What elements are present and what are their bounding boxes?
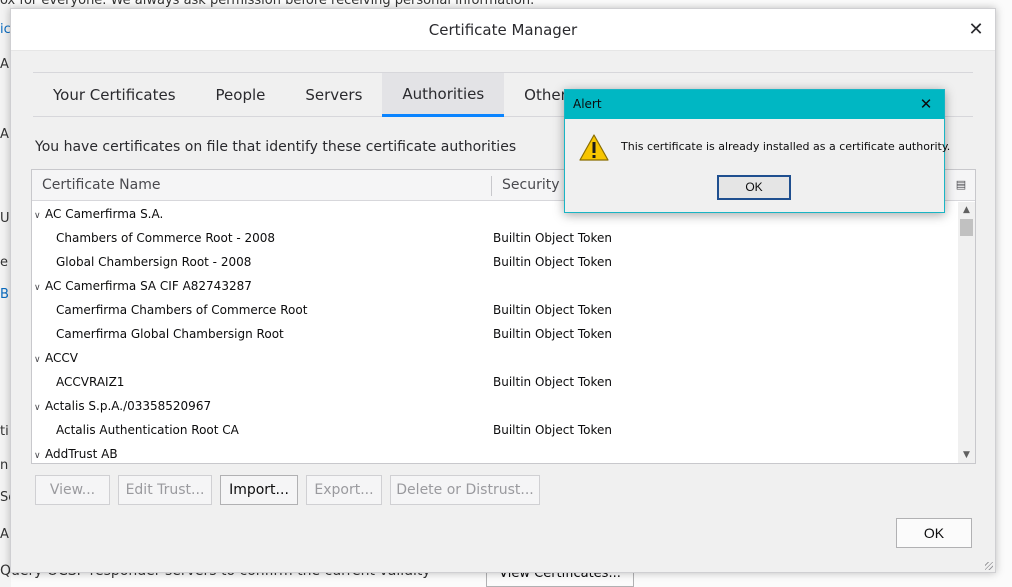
alert-dialog: Alert ✕ This certificate is already inst… xyxy=(564,89,950,213)
row-name: ACCV xyxy=(45,351,78,365)
scroll-down-icon[interactable]: ▼ xyxy=(958,447,975,463)
import-button[interactable]: Import... xyxy=(220,475,298,505)
row-name: Actalis S.p.A./03358520967 xyxy=(45,399,212,413)
background-fragment: U xyxy=(0,211,10,226)
column-picker-icon[interactable]: ▤ xyxy=(953,176,969,194)
alert-title: Alert xyxy=(573,97,602,111)
close-icon[interactable]: ✕ xyxy=(916,92,936,116)
column-separator[interactable] xyxy=(491,176,492,196)
dialog-title: Certificate Manager xyxy=(11,9,995,51)
tree-group-row[interactable]: ∨ AddTrust AB xyxy=(32,442,957,463)
row-name: AC Camerfirma S.A. xyxy=(45,207,164,221)
column-header-certificate-name[interactable]: Certificate Name xyxy=(42,170,160,201)
row-name: AddTrust AB xyxy=(45,447,118,461)
tree-row[interactable]: Actalis Authentication Root CA Builtin O… xyxy=(32,418,957,442)
close-icon[interactable]: ✕ xyxy=(961,15,991,45)
row-token: Builtin Object Token xyxy=(493,423,613,437)
alert-message: This certificate is already installed as… xyxy=(621,140,951,153)
view-button[interactable]: View... xyxy=(35,475,110,505)
certificate-tree[interactable]: Certificate Name Security Device ▤ ∨ AC C… xyxy=(31,169,976,464)
export-button[interactable]: Export... xyxy=(306,475,382,505)
background-fragment: A xyxy=(0,57,9,72)
ok-button[interactable]: OK xyxy=(896,518,972,548)
tree-row[interactable]: Chambers of Commerce Root - 2008 Builtin… xyxy=(32,226,957,250)
row-name: Camerfirma Global Chambersign Root xyxy=(56,327,284,341)
row-token: Builtin Object Token xyxy=(493,231,613,245)
scroll-up-icon[interactable]: ▲ xyxy=(958,202,975,219)
background-fragment: n xyxy=(0,458,9,473)
background-fragment[interactable]: B xyxy=(0,287,9,302)
background-fragment: A xyxy=(0,527,9,542)
chevron-down-icon[interactable]: ∨ xyxy=(34,348,44,372)
row-token: Builtin Object Token xyxy=(493,303,613,317)
background-fragment: e xyxy=(0,255,8,270)
alert-ok-button[interactable]: OK xyxy=(717,175,791,200)
tab-servers[interactable]: Servers xyxy=(285,73,382,117)
tree-group-row[interactable]: ∨ Actalis S.p.A./03358520967 xyxy=(32,394,957,418)
background-fragment: A xyxy=(0,127,9,142)
row-name: Chambers of Commerce Root - 2008 xyxy=(56,231,276,245)
tree-row[interactable]: Camerfirma Global Chambersign Root Built… xyxy=(32,322,957,346)
row-token: Builtin Object Token xyxy=(493,255,613,269)
chevron-down-icon[interactable]: ∨ xyxy=(34,396,44,420)
tab-authorities[interactable]: Authorities xyxy=(382,73,505,117)
resize-grip-icon[interactable] xyxy=(985,562,993,570)
tree-scrollbar[interactable]: ▲ ▼ xyxy=(958,202,975,463)
row-name: Actalis Authentication Root CA xyxy=(56,423,239,437)
chevron-down-icon[interactable]: ∨ xyxy=(34,204,44,228)
row-name: Camerfirma Chambers of Commerce Root xyxy=(56,303,308,317)
warning-icon xyxy=(579,134,609,161)
tab-people[interactable]: People xyxy=(196,73,286,117)
background-fragment: ti xyxy=(0,424,9,439)
tree-group-row[interactable]: ∨ ACCV xyxy=(32,346,957,370)
tab-your-certificates[interactable]: Your Certificates xyxy=(33,73,196,117)
delete-or-distrust-button[interactable]: Delete or Distrust... xyxy=(390,475,540,505)
description-text: You have certificates on file that ident… xyxy=(35,139,517,155)
alert-title-bar: Alert ✕ xyxy=(565,90,944,119)
row-token: Builtin Object Token xyxy=(493,375,613,389)
background-top-line: ox for everyone. We always ask permissio… xyxy=(0,0,535,8)
row-name: AC Camerfirma SA CIF A82743287 xyxy=(45,279,252,293)
row-token: Builtin Object Token xyxy=(493,327,613,341)
scrollbar-thumb[interactable] xyxy=(960,219,973,236)
tree-row[interactable]: Camerfirma Chambers of Commerce Root Bui… xyxy=(32,298,957,322)
tree-row[interactable]: Global Chambersign Root - 2008 Builtin O… xyxy=(32,250,957,274)
row-name: Global Chambersign Root - 2008 xyxy=(56,255,252,269)
edit-trust-button[interactable]: Edit Trust... xyxy=(118,475,212,505)
tree-group-row[interactable]: ∨ AC Camerfirma SA CIF A82743287 xyxy=(32,274,957,298)
tree-rows: ∨ AC Camerfirma S.A. Chambers of Commerce… xyxy=(32,202,957,463)
row-name: ACCVRAIZ1 xyxy=(56,375,125,389)
chevron-down-icon[interactable]: ∨ xyxy=(34,444,44,463)
chevron-down-icon[interactable]: ∨ xyxy=(34,276,44,300)
tree-row[interactable]: ACCVRAIZ1 Builtin Object Token xyxy=(32,370,957,394)
